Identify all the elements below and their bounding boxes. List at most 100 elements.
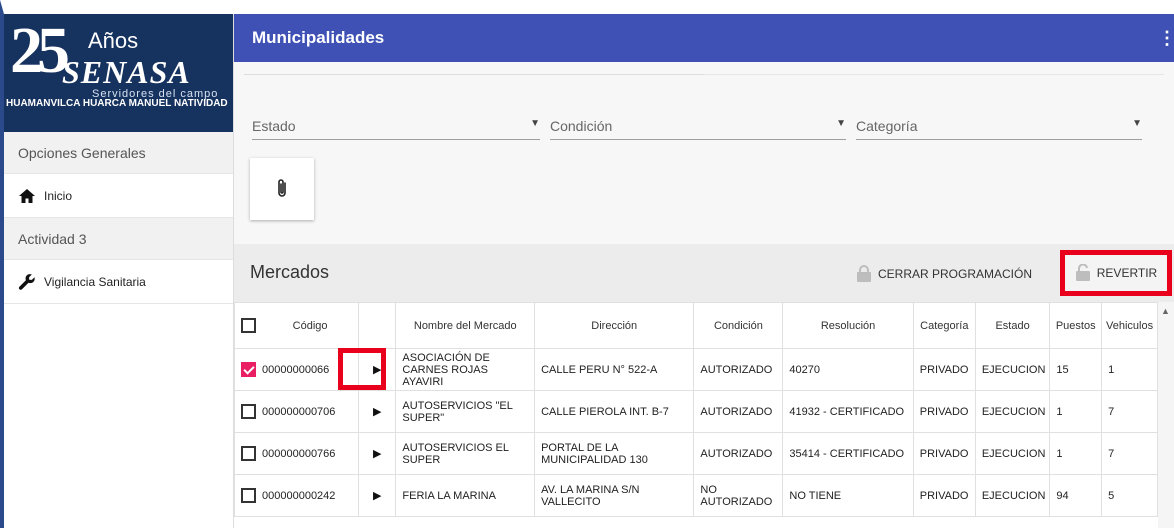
filter-divider — [704, 74, 1164, 75]
cell-estado: EJECUCION — [974, 474, 1051, 517]
cell-estado: EJECUCION — [974, 348, 1051, 391]
user-name: HUAMANVILCA HUARCA MANUEL NATIVIDAD — [6, 98, 228, 109]
cell-resolucion: NO TIENE — [782, 474, 914, 517]
cell-direccion: CALLE PIEROLA INT. B-7 — [534, 390, 695, 433]
revertir-button[interactable]: REVERTIR — [1060, 250, 1172, 296]
cell-puestos: 15 — [1049, 348, 1103, 391]
condicion-select[interactable]: Condición ▼ — [550, 112, 846, 140]
condicion-label: Condición — [550, 118, 613, 134]
cell-categoria: PRIVADO — [912, 348, 976, 391]
cell-estado: EJECUCION — [974, 390, 1051, 433]
cerrar-programacion-button[interactable]: CERRAR PROGRAMACIÓN — [856, 260, 1032, 288]
cell-nombre: AUTOSERVICIOS EL SUPER — [395, 432, 536, 475]
cell-codigo: 00000000066 — [262, 363, 330, 376]
mercados-table-container: Código Nombre del Mercado Dirección Cond… — [234, 302, 1174, 528]
cell-nombre: FERIA LA MARINA — [395, 474, 536, 517]
sidebar-item-vigilancia-sanitaria[interactable]: Vigilancia Sanitaria — [4, 260, 233, 304]
header-resolucion: Resolución — [782, 302, 914, 349]
dropdown-arrow-icon: ▼ — [836, 118, 846, 129]
header-direccion: Dirección — [534, 302, 695, 349]
dropdown-arrow-icon: ▼ — [1132, 118, 1142, 129]
cell-nombre: ASOCIACIÓN DE CARNES ROJAS AYAVIRI — [395, 348, 536, 391]
attach-button[interactable] — [250, 158, 314, 220]
cell-direccion: CALLE PERU N° 522-A — [534, 348, 695, 391]
header-estado: Estado — [974, 302, 1051, 349]
table-scrollbar[interactable]: ▲ — [1158, 302, 1174, 528]
cell-condicion: AUTORIZADO — [693, 348, 784, 391]
cell-codigo: 000000000706 — [262, 405, 336, 418]
cell-codigo: 000000000242 — [262, 489, 336, 502]
categoria-label: Categoría — [856, 118, 918, 134]
sidebar-item-label: Vigilancia Sanitaria — [44, 274, 146, 289]
cell-condicion: NO AUTORIZADO — [693, 474, 784, 517]
wrench-icon — [18, 273, 38, 291]
play-icon[interactable]: ▶ — [373, 406, 381, 418]
estado-select[interactable]: Estado ▼ — [252, 112, 540, 140]
header-action — [358, 302, 397, 349]
highlight-box — [338, 348, 386, 390]
cell-resolucion: 40270 — [782, 348, 914, 391]
cell-categoria: PRIVADO — [912, 390, 976, 433]
kebab-icon[interactable]: ⋮ — [1158, 28, 1174, 49]
cerrar-label: CERRAR PROGRAMACIÓN — [878, 267, 1033, 281]
sidebar: 25 Años SENASA Servidores del campo HUAM… — [4, 14, 234, 528]
header-puestos: Puestos — [1049, 302, 1103, 349]
cell-vehiculos: 7 — [1101, 390, 1158, 433]
select-all-checkbox[interactable] — [241, 318, 256, 333]
cell-vehiculos: 5 — [1101, 474, 1158, 517]
header-categoria: Categoría — [912, 302, 976, 349]
cell-categoria: PRIVADO — [912, 474, 976, 517]
table-row[interactable]: 000000000706 ▶ AUTOSERVICIOS "EL SUPER" … — [234, 390, 1158, 433]
estado-label: Estado — [252, 118, 296, 134]
categoria-select[interactable]: Categoría ▼ — [856, 112, 1142, 140]
cell-estado: EJECUCION — [974, 432, 1051, 475]
scroll-up-icon[interactable]: ▲ — [1161, 306, 1170, 316]
section-opciones-generales: Opciones Generales — [4, 132, 233, 174]
table-row[interactable]: 000000000766 ▶ AUTOSERVICIOS EL SUPER PO… — [234, 432, 1158, 475]
mercados-table: Código Nombre del Mercado Dirección Cond… — [234, 302, 1158, 517]
cell-puestos: 1 — [1049, 432, 1103, 475]
table-row[interactable]: 000000000242 ▶ FERIA LA MARINA AV. LA MA… — [234, 474, 1158, 517]
logo-number: 25 — [10, 14, 70, 87]
unlock-icon — [1075, 263, 1091, 282]
cell-vehiculos: 7 — [1101, 432, 1158, 475]
app-header: Municipalidades ⋮ — [234, 14, 1174, 62]
cell-puestos: 94 — [1049, 474, 1103, 517]
lock-icon — [856, 265, 872, 283]
header-nombre: Nombre del Mercado — [395, 302, 536, 349]
cell-vehiculos: 1 — [1101, 348, 1158, 391]
cell-codigo: 000000000766 — [262, 447, 336, 460]
cell-puestos: 1 — [1049, 390, 1103, 433]
play-icon[interactable]: ▶ — [373, 448, 381, 460]
cell-resolucion: 41932 - CERTIFICADO — [782, 390, 914, 433]
row-checkbox[interactable] — [241, 488, 256, 503]
sidebar-item-inicio[interactable]: Inicio — [4, 174, 233, 218]
cell-resolucion: 35414 - CERTIFICADO — [782, 432, 914, 475]
play-icon[interactable]: ▶ — [373, 490, 381, 502]
cell-direccion: PORTAL DE LA MUNICIPALIDAD 130 — [534, 432, 695, 475]
sidebar-item-label: Inicio — [44, 188, 73, 203]
cell-condicion: AUTORIZADO — [693, 432, 784, 475]
row-checkbox[interactable] — [241, 404, 256, 419]
paperclip-icon — [278, 179, 286, 197]
logo-anos: Años — [88, 28, 139, 53]
cell-direccion: AV. LA MARINA S/N VALLECITO — [534, 474, 695, 517]
filters-panel: Estado ▼ Condición ▼ Categoría ▼ — [234, 62, 1174, 244]
cell-categoria: PRIVADO — [912, 432, 976, 475]
senasa-logo: 25 Años SENASA Servidores del campo HUAM… — [4, 14, 233, 132]
home-icon — [18, 187, 38, 205]
row-checkbox[interactable] — [241, 446, 256, 461]
row-checkbox[interactable] — [241, 362, 256, 377]
revertir-label: REVERTIR — [1096, 266, 1158, 280]
filter-divider — [244, 74, 704, 75]
page-title: Municipalidades — [252, 28, 385, 47]
logo-brand: SENASA — [62, 54, 191, 90]
header-condicion: Condición — [693, 302, 784, 349]
cell-condicion: AUTORIZADO — [693, 390, 784, 433]
mercados-toolbar: Mercados CERRAR PROGRAMACIÓN REVERTIR — [234, 244, 1174, 302]
dropdown-arrow-icon: ▼ — [530, 118, 540, 129]
header-codigo: Código — [234, 302, 360, 349]
section-actividad-3: Actividad 3 — [4, 218, 233, 260]
cell-nombre: AUTOSERVICIOS "EL SUPER" — [395, 390, 536, 433]
header-vehiculos: Vehiculos — [1101, 302, 1158, 349]
